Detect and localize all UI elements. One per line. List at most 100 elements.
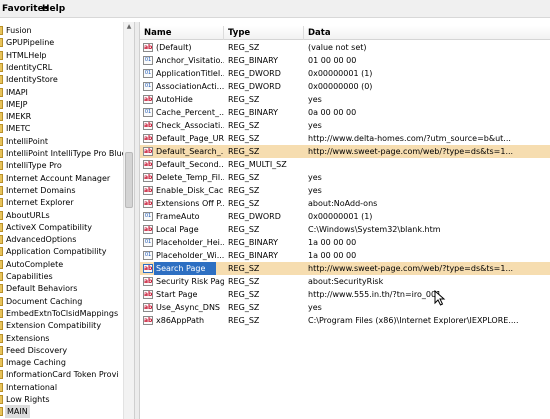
tree-item[interactable]: Document Caching (0, 295, 124, 308)
tree-item[interactable]: Extension Compatibility (0, 319, 124, 332)
tree-item[interactable]: IMAPI (0, 86, 124, 99)
value-row[interactable]: ab Security Risk Page REG_SZ about:Security… (140, 275, 550, 288)
tree-scrollbar[interactable]: ▲ (123, 22, 134, 419)
value-row[interactable]: ab Search Page REG_SZ http://www.sweet-page… (140, 262, 550, 275)
tree-item-label: IdentityStore (6, 75, 58, 85)
value-row[interactable]: 01 Anchor_Visitatio... REG_BINARY 01 00 00 … (140, 54, 550, 67)
value-row[interactable]: 01 AssociationActi... REG_DWORD 0x00000000 … (140, 80, 550, 93)
tree-item[interactable]: Image Caching (0, 356, 124, 369)
value-row[interactable]: ab x86AppPath REG_SZ C:\Program Files (x86)… (140, 314, 550, 327)
value-row[interactable]: 01 Cache_Percent_... REG_BINARY 0a 00 00 00 (140, 106, 550, 119)
tree-item[interactable]: AdvancedOptions (0, 233, 124, 246)
column-header-type[interactable]: Type (224, 26, 304, 40)
tree-item-label: AdvancedOptions (6, 235, 77, 245)
folder-icon (0, 395, 3, 404)
tree-item[interactable]: IntelliType Pro (0, 159, 124, 172)
value-name: AutoHide (156, 95, 193, 104)
string-value-icon: ab (143, 264, 153, 273)
folder-icon (0, 235, 3, 245)
tree-scrollbar-thumb[interactable] (125, 152, 133, 208)
value-row[interactable]: ab Delete_Temp_Fil... REG_SZ yes (140, 171, 550, 184)
tree-item[interactable]: AboutURLs (0, 209, 124, 222)
value-row[interactable]: 01 Placeholder_Wi... REG_BINARY 1a 00 00 00 (140, 249, 550, 262)
folder-icon (0, 124, 3, 134)
tree-item[interactable]: IntelliPoint (0, 135, 124, 148)
value-type: REG_SZ (228, 277, 260, 286)
value-name: Cache_Percent_... (156, 108, 224, 117)
tree-item[interactable]: EmbedExtnToClsidMappings (0, 307, 124, 320)
binary-value-icon: 01 (143, 82, 153, 91)
binary-value-icon: 01 (143, 108, 153, 117)
tree-item[interactable]: HTMLHelp (0, 49, 124, 62)
tree-item[interactable]: ActiveX Compatibility (0, 221, 124, 234)
folder-icon (0, 345, 3, 355)
value-data: C:\Program Files (x86)\Internet Explorer… (308, 316, 519, 325)
registry-key-tree[interactable]: Fusion GPUPipeline HTMLHelp IdentityCRL Iden… (0, 22, 134, 419)
tree-item-label: Feed Discovery (6, 345, 68, 355)
column-header-name[interactable]: Name (140, 26, 224, 40)
tree-item[interactable]: IMEKR (0, 110, 124, 123)
string-value-icon: ab (143, 147, 153, 156)
value-data: about:NoAdd-ons (308, 199, 378, 208)
value-data: 0x00000001 (1) (308, 212, 373, 221)
value-name: Default_Page_URL (156, 134, 224, 143)
tree-item[interactable]: Internet Account Manager (0, 172, 124, 185)
tree-item[interactable]: Feed Discovery (0, 344, 124, 357)
folder-icon (0, 62, 3, 72)
column-header-data[interactable]: Data (304, 26, 550, 40)
string-value-icon: ab (143, 199, 153, 208)
tree-item-label: InformationCard Token Provi (6, 370, 119, 380)
string-value-icon: ab (143, 316, 153, 325)
folder-icon (0, 247, 3, 257)
scroll-up-arrow-icon[interactable]: ▲ (125, 23, 133, 31)
tree-item[interactable]: International (0, 381, 124, 394)
value-data: 0x00000000 (0) (308, 82, 373, 91)
tree-item[interactable]: IMEJP (0, 98, 124, 111)
tree-item[interactable]: IMETC (0, 122, 124, 135)
value-row[interactable]: ab Default_Page_URL REG_SZ http://www.delta… (140, 132, 550, 145)
value-row[interactable]: ab Default_Second... REG_MULTI_SZ (140, 158, 550, 171)
value-name: Security Risk Page (156, 277, 224, 286)
string-value-icon: ab (143, 43, 153, 52)
folder-icon (0, 185, 3, 195)
folder-icon (0, 321, 3, 331)
value-row[interactable]: ab Extensions Off P... REG_SZ about:NoAdd-o… (140, 197, 550, 210)
value-row[interactable]: ab AutoHide REG_SZ yes (140, 93, 550, 106)
value-row[interactable]: 01 FrameAuto REG_DWORD 0x00000001 (1) (140, 210, 550, 223)
value-row[interactable]: ab Start Page REG_SZ http://www.555.in.th/?… (140, 288, 550, 301)
value-row[interactable]: ab Default_Search_... REG_SZ http://www.swe… (140, 145, 550, 158)
tree-item[interactable]: IntelliPoint IntelliType Pro Blueto (0, 147, 124, 160)
tree-item[interactable]: GPUPipeline (0, 36, 124, 49)
menu-help[interactable]: Help (40, 2, 67, 16)
tree-item[interactable]: Low Rights (0, 393, 124, 406)
tree-item[interactable]: Default Behaviors (0, 282, 124, 295)
tree-item[interactable]: Fusion (0, 24, 124, 37)
tree-item-label: Fusion (6, 26, 32, 35)
value-name: Local Page (156, 225, 199, 234)
value-data: yes (308, 186, 322, 195)
value-row[interactable]: ab Local Page REG_SZ C:\Windows\System32\bl… (140, 223, 550, 236)
tree-item[interactable]: IdentityStore (0, 73, 124, 86)
tree-item[interactable]: AutoComplete (0, 258, 124, 271)
folder-icon (0, 149, 3, 158)
value-name: Check_Associati... (156, 121, 224, 130)
value-row[interactable]: 01 Placeholder_Hei... REG_BINARY 1a 00 00 0… (140, 236, 550, 249)
folder-icon (0, 284, 3, 294)
tree-item[interactable]: IdentityCRL (0, 61, 124, 74)
value-row[interactable]: ab Check_Associati... REG_SZ yes (140, 119, 550, 132)
tree-item[interactable]: Extensions (0, 332, 124, 345)
folder-icon (0, 161, 3, 171)
tree-item[interactable]: MAIN (0, 405, 124, 419)
tree-item[interactable]: Capabilities (0, 270, 124, 283)
tree-item[interactable]: Internet Explorer (0, 196, 124, 209)
tree-item[interactable]: InformationCard Token Provi (0, 368, 124, 381)
tree-item[interactable]: Application Compatibility (0, 245, 124, 258)
value-type: REG_BINARY (228, 108, 279, 117)
tree-item[interactable]: Internet Domains (0, 184, 124, 197)
value-row[interactable]: ab Use_Async_DNS REG_SZ yes (140, 301, 550, 314)
tree-item-label: IntelliPoint (6, 136, 49, 146)
value-row[interactable]: ab Enable_Disk_Cac... REG_SZ yes (140, 184, 550, 197)
value-type: REG_SZ (228, 186, 260, 195)
value-row[interactable]: 01 ApplicationTitleI... REG_DWORD 0x0000000… (140, 67, 550, 80)
value-row[interactable]: ab (Default) REG_SZ (value not set) (140, 41, 550, 54)
